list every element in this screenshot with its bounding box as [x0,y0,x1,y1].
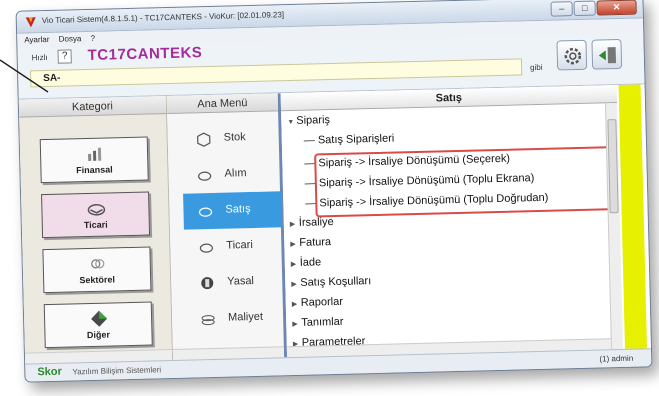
user-indicator: (1) admin [599,353,634,364]
handshake-icon [198,207,213,217]
menu-item-satis[interactable]: Satış [183,191,282,230]
menu-item-label: Stok [223,131,246,144]
tree-node-tanimlar[interactable]: ▶ Tanımlar [292,316,343,329]
menu-ayarlar[interactable]: Ayarlar [24,33,50,48]
scroll-thumb[interactable] [607,119,619,214]
tree-node-siparis[interactable]: ▼ Sipariş [287,114,330,127]
window-title: Vio Ticari Sistem(4.8.1.5.1) - TC17CANTE… [41,10,285,26]
tree-node-label: Tanımlar [301,315,344,329]
category-header: Kategori [18,96,167,118]
coins-icon [201,315,215,326]
menu-item-alim[interactable]: Alım [182,155,281,193]
minimize-button[interactable]: – [550,1,573,17]
brand-logo: Skor [37,365,62,379]
collapsed-arrow-icon: ▶ [292,320,298,329]
collapsed-arrow-icon: ▶ [290,260,297,269]
tree-node-iade[interactable]: ▶ İade [291,256,322,269]
category-finansal[interactable]: Finansal [39,136,149,184]
box-icon [197,132,211,147]
menu-item-label: Maliyet [227,310,264,324]
gear-icon [564,47,582,65]
tree-leaf-satis-siparisleri[interactable]: — Satış Siparişleri [304,133,395,147]
hizli-label: Hızlı [31,52,48,63]
menu-item-maliyet[interactable]: Maliyet [186,299,285,337]
gibi-label: gibi [529,62,543,73]
menu-item-stok[interactable]: Stok [181,119,280,157]
menu-item-label: Ticari [226,239,253,252]
satis-tree-panel: Satış ▼ Sipariş — Satış Siparişleri — Sip… [280,85,623,358]
tree-node-label: Sipariş [296,114,331,127]
chart-icon [88,147,102,161]
tree-node-satis-kosullari[interactable]: ▶ Satış Koşulları [291,275,371,289]
company-footer-text: Yazılım Bilişim Sistemleri [72,365,162,377]
menu-item-yasal[interactable]: Yasal [185,263,284,301]
maximize-button[interactable]: □ [573,0,596,17]
menu-item-ticari[interactable]: Ticari [184,227,283,265]
tree-node-label: Fatura [299,236,332,249]
tree-node-label: Satış Koşulları [300,275,372,289]
category-sektorel[interactable]: Sektörel [42,246,152,294]
tree-node-fatura[interactable]: ▶ Fatura [290,236,331,249]
collapsed-arrow-icon: ▶ [290,240,296,249]
handshake-icon [198,171,212,181]
tree-node-irsaliye[interactable]: ▶ İrsaliye [290,216,334,229]
exit-door-icon [598,47,617,64]
expanded-arrow-icon: ▼ [287,118,295,127]
menu-item-label: Alım [224,167,247,180]
category-label: Diğer [86,329,111,341]
category-ticari[interactable]: Ticari [41,191,151,239]
app-window: Vio Ticari Sistem(4.8.1.5.1) - TC17CANTE… [15,0,653,383]
category-label: Ticari [83,219,108,231]
category-label: Sektörel [79,274,116,286]
screenshot-stage: Vio Ticari Sistem(4.8.1.5.1) - TC17CANTE… [0,0,659,396]
tree-node-label: İade [299,256,322,269]
menu-dosya[interactable]: Dosya [59,32,82,47]
diamond-icon [91,310,108,327]
law-icon [201,277,214,290]
app-logo-icon [25,17,36,28]
menu-help[interactable]: ? [90,32,95,46]
handshake-icon [87,204,106,216]
tree-node-raporlar[interactable]: ▶ Raporlar [292,296,343,309]
collapsed-arrow-icon: ▶ [291,280,297,289]
menu-item-label: Satış [225,203,251,216]
collapsed-arrow-icon: ▶ [291,300,298,309]
content-area: Kategori Finansal Ticari Sektörel Diğer … [18,84,651,364]
main-menu-column: Ana Menü Stok Alım Satış Ticari Yasal Ma… [166,93,288,360]
category-column: Kategori Finansal Ticari Sektörel Diğer [18,96,174,364]
category-label: Finansal [76,164,113,176]
help-button[interactable]: ? [57,49,72,64]
handshake-icon [199,243,214,253]
tree-node-label: Raporlar [300,295,344,309]
yellow-side-bar [618,84,647,349]
highlight-box [314,146,614,218]
close-button[interactable]: ✕ [596,0,637,16]
exit-button[interactable] [591,38,623,70]
category-diger[interactable]: Diğer [43,301,153,349]
tree-node-label: İrsaliye [298,216,334,229]
main-menu-header: Ana Menü [166,93,279,115]
tree-node-label: Satış Siparişleri [317,132,395,147]
settings-button[interactable] [556,39,588,71]
collapsed-arrow-icon: ▶ [289,220,296,229]
company-name: TC17CANTEKS [87,44,203,64]
rings-icon [91,259,105,269]
menu-item-label: Yasal [227,274,255,288]
